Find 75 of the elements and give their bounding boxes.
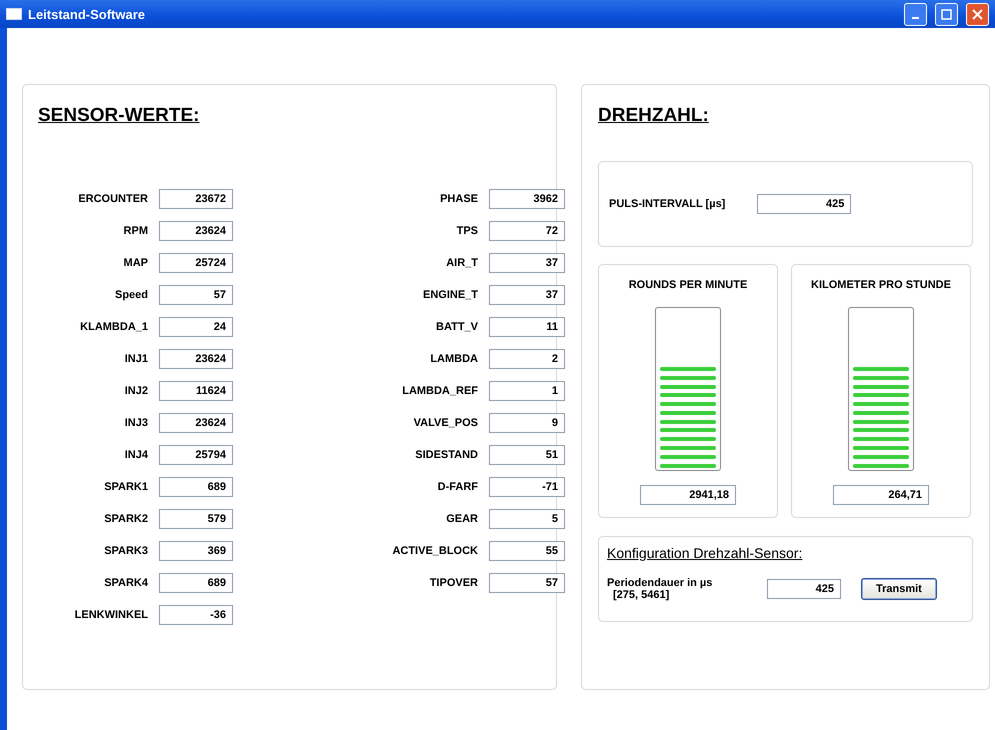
group-title: Konfiguration Drehzahl-Sensor: xyxy=(607,545,802,561)
value-field[interactable]: 425 xyxy=(757,194,852,214)
meter-title: ROUNDS PER MINUTE xyxy=(628,279,748,291)
value-field[interactable]: 2941,18 xyxy=(640,485,736,505)
minimize-icon xyxy=(912,17,919,19)
maximize-button[interactable] xyxy=(935,2,958,26)
value-field[interactable]: 51 xyxy=(489,445,565,465)
range-label: [275, 5461] xyxy=(612,589,670,601)
field-label: Periodendauer in µs xyxy=(607,577,714,589)
close-button[interactable] xyxy=(966,2,989,26)
field-label: SPARK1 xyxy=(103,481,148,493)
field-label: SPARK4 xyxy=(103,577,148,589)
field-label: SPARK3 xyxy=(103,545,148,557)
field-label: AIR_T xyxy=(445,257,478,269)
value-field[interactable]: 9 xyxy=(489,413,565,433)
field-label: SIDESTAND xyxy=(414,449,478,461)
value-field[interactable]: 5 xyxy=(489,509,565,529)
field-label: ERCOUNTER xyxy=(77,193,148,205)
field-label: Speed xyxy=(114,289,148,301)
field-label: SPARK2 xyxy=(103,513,148,525)
field-label: LAMBDA_REF xyxy=(401,385,478,397)
value-field[interactable]: 2 xyxy=(489,349,565,369)
value-field[interactable]: 37 xyxy=(489,285,565,305)
field-label: TPS xyxy=(456,225,478,237)
field-label: INJ1 xyxy=(124,353,148,365)
field-label: INJ2 xyxy=(124,385,148,397)
value-field[interactable]: 23624 xyxy=(159,413,233,433)
value-field[interactable]: 23672 xyxy=(159,189,233,209)
field-label: RPM xyxy=(122,225,148,237)
field-label: ACTIVE_BLOCK xyxy=(391,545,478,557)
field-label: VALVE_POS xyxy=(412,417,478,429)
value-field[interactable]: 57 xyxy=(159,285,233,305)
maximize-icon xyxy=(941,8,952,20)
value-field[interactable]: 25724 xyxy=(159,253,233,273)
field-label: LAMBDA xyxy=(429,353,478,365)
value-field[interactable]: -71 xyxy=(489,477,565,497)
field-label: LENKWINKEL xyxy=(74,609,148,621)
field-label: PHASE xyxy=(439,193,478,205)
value-field[interactable]: 25794 xyxy=(159,445,233,465)
close-icon xyxy=(972,8,983,20)
field-label: INJ4 xyxy=(124,449,148,461)
value-field[interactable]: 11624 xyxy=(159,381,233,401)
field-label: INJ3 xyxy=(124,417,148,429)
value-field[interactable]: 23624 xyxy=(159,221,233,241)
value-field[interactable]: 689 xyxy=(159,477,233,497)
value-field[interactable]: 23624 xyxy=(159,349,233,369)
field-label: KLAMBDA_1 xyxy=(79,321,148,333)
field-label: GEAR xyxy=(445,513,478,525)
value-field[interactable]: 3962 xyxy=(489,189,565,209)
value-field[interactable]: 579 xyxy=(159,509,233,529)
window-title: Leitstand-Software xyxy=(28,6,146,22)
value-field[interactable]: 425 xyxy=(767,579,841,599)
meter-title: KILOMETER PRO STUNDE xyxy=(811,279,951,291)
value-field[interactable]: 11 xyxy=(489,317,565,337)
field-label: D-FARF xyxy=(436,481,478,493)
field-label: PULS-INTERVALL [µs] xyxy=(609,198,726,210)
panel-title: DREHZAHL: xyxy=(598,105,709,127)
value-field[interactable]: 369 xyxy=(159,541,233,561)
transmit-button[interactable]: Transmit xyxy=(861,578,937,600)
value-field[interactable]: 24 xyxy=(159,317,233,337)
value-field[interactable]: -36 xyxy=(159,605,233,625)
value-field[interactable]: 689 xyxy=(159,573,233,593)
panel-title: SENSOR-WERTE: xyxy=(38,105,200,127)
value-field[interactable]: 264,71 xyxy=(833,485,929,505)
field-label: BATT_V xyxy=(435,321,478,333)
field-label: TIPOVER xyxy=(428,577,478,589)
value-field[interactable]: 1 xyxy=(489,381,565,401)
value-field[interactable]: 57 xyxy=(489,573,565,593)
field-label: MAP xyxy=(122,257,148,269)
value-field[interactable]: 37 xyxy=(489,253,565,273)
value-field[interactable]: 55 xyxy=(489,541,565,561)
minimize-button[interactable] xyxy=(904,2,927,26)
window-icon xyxy=(6,8,22,20)
value-field[interactable]: 72 xyxy=(489,221,565,241)
field-label: ENGINE_T xyxy=(422,289,478,301)
